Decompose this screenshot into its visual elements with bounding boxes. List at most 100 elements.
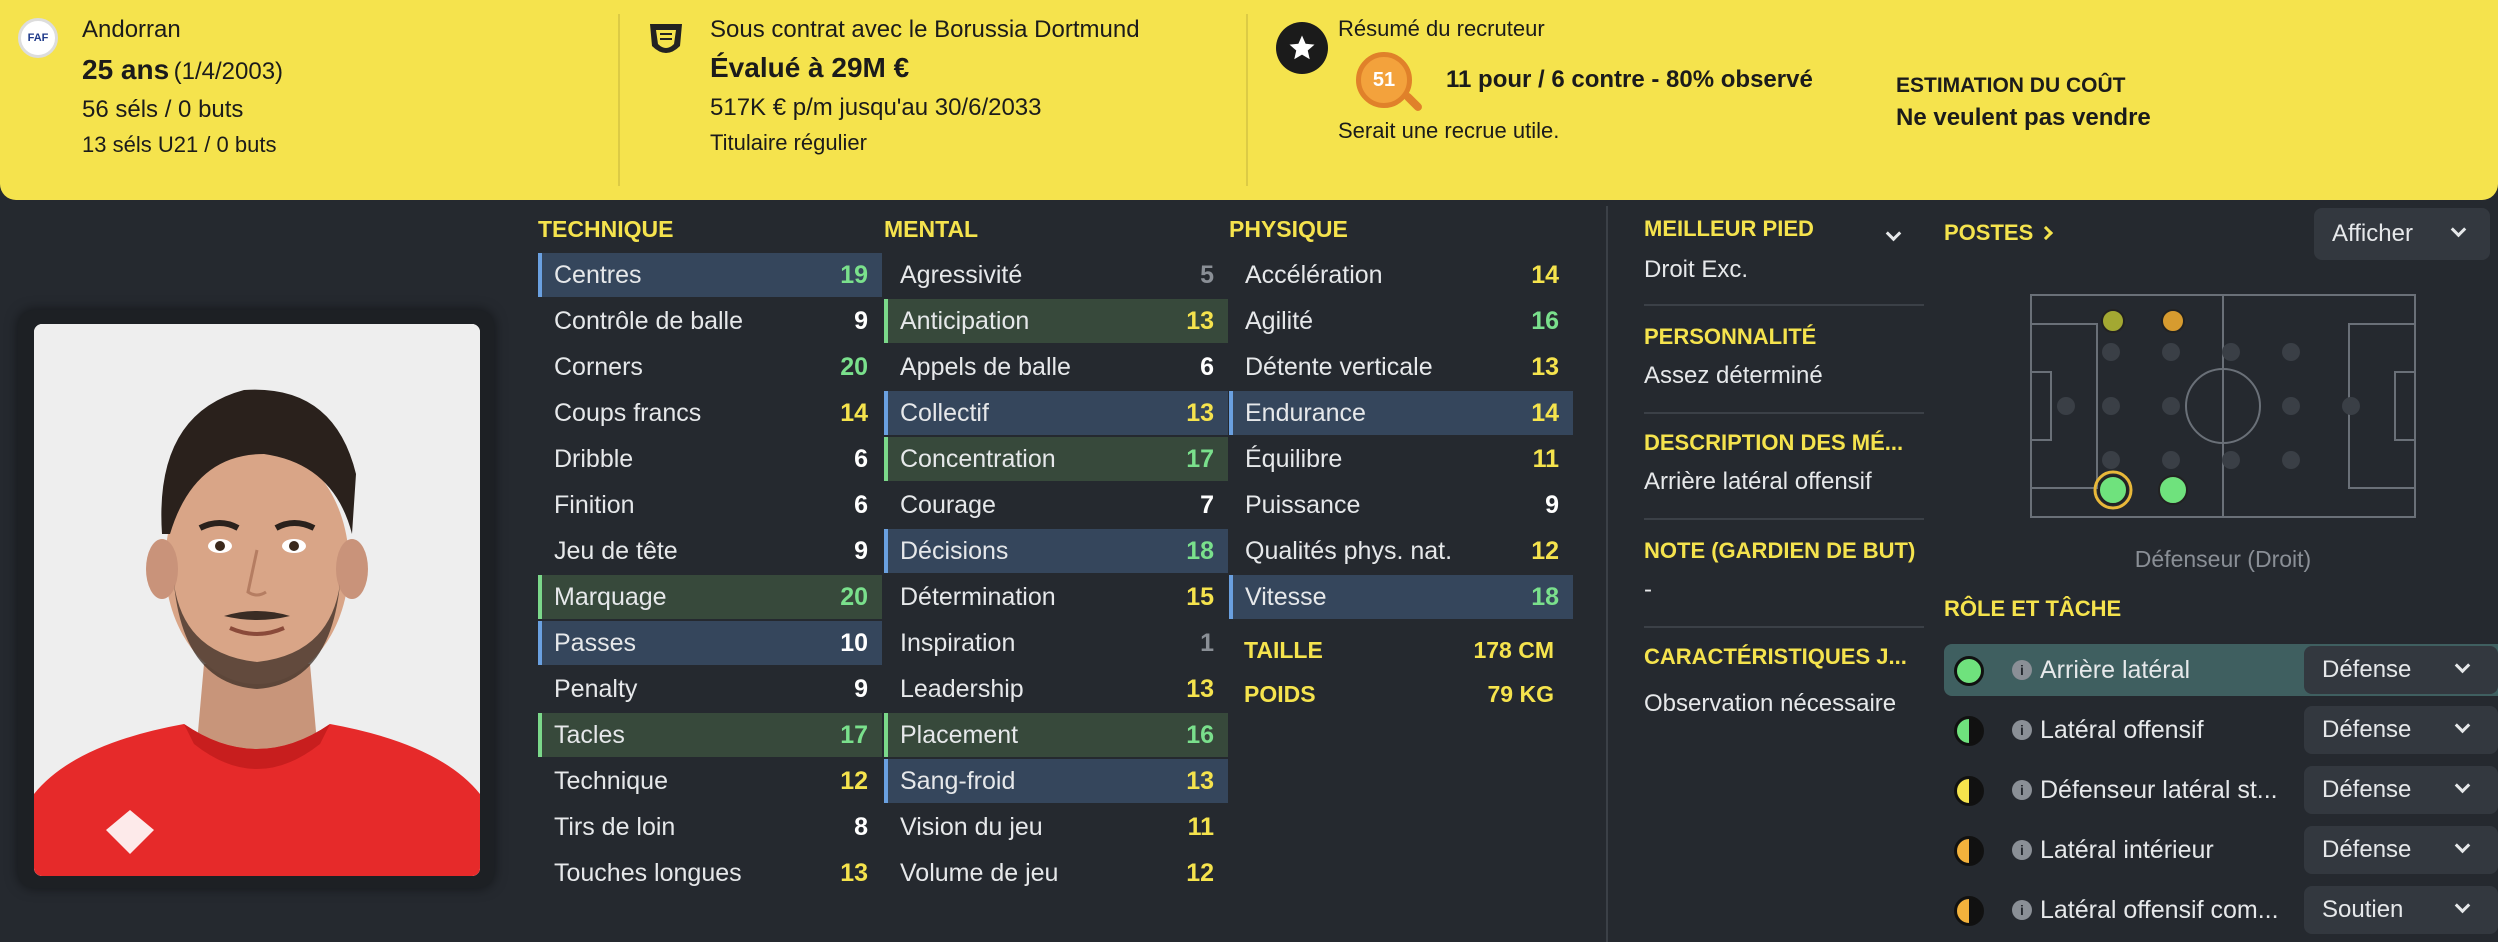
duty-dropdown[interactable]: Défense [2304,706,2498,754]
attribute-label: Collectif [900,398,989,427]
attribute-label: Jeu de tête [554,536,678,565]
attribute-label: Équilibre [1245,444,1343,473]
positions-link[interactable]: POSTES [1944,220,2054,246]
role-name: Défenseur latéral st... [2040,776,2278,804]
preferred-foot-value: Droit Exc. [1644,256,1749,283]
attribute-label: Agilité [1245,306,1314,335]
attribute-row-technique[interactable]: Passes 10 [538,621,882,665]
attribute-row-mental[interactable]: Leadership 13 [884,667,1228,711]
role-row[interactable]: i Latéral offensif com... Soutien [1944,884,2498,936]
u21-caps: 13 séls U21 / 0 buts [82,132,277,157]
attribute-label: Touches longues [554,858,742,887]
duty-dropdown[interactable]: Soutien [2304,886,2498,934]
chevron-down-icon[interactable] [1885,225,1902,244]
info-icon[interactable]: i [2012,840,2032,860]
attribute-value: 8 [854,812,868,841]
duty-dropdown[interactable]: Défense [2304,766,2498,814]
attribute-row-mental[interactable]: Agressivité 5 [884,253,1228,297]
attribute-row-mental[interactable]: Collectif 13 [884,391,1228,435]
info-icon[interactable]: i [2012,780,2032,800]
attribute-row-mental[interactable]: Détermination 15 [884,575,1228,619]
attribute-value: 7 [1200,490,1214,519]
attribute-label: Placement [900,720,1019,749]
attribute-label: Leadership [900,674,1024,703]
role-suitability-icon [1954,716,1984,746]
attribute-row-mental[interactable]: Volume de jeu 12 [884,851,1228,895]
date-of-birth: (1/4/2003) [173,58,284,85]
info-icon[interactable]: i [2012,660,2032,680]
attribute-row-mental[interactable]: Anticipation 13 [884,299,1228,343]
andorra-federation-badge-icon: FAF [18,18,58,58]
attribute-label: Coups francs [554,398,702,427]
info-icon[interactable]: i [2012,900,2032,920]
attribute-row-mental[interactable]: Sang-froid 13 [884,759,1228,803]
display-dropdown[interactable]: Afficher [2314,208,2490,260]
role-row[interactable]: i Latéral intérieur Défense [1944,824,2498,876]
age-line: 25 ans (1/4/2003) [82,54,283,86]
attribute-row-technique[interactable]: Contrôle de balle 9 [538,299,882,343]
preferred-foot-label: MEILLEUR PIED [1644,216,1814,241]
chevron-down-icon [2454,657,2471,674]
goalkeeper-rating-label: NOTE (GARDIEN DE BUT) [1644,538,1916,563]
attribute-row-physique[interactable]: Équilibre 11 [1229,437,1573,481]
attribute-row-technique[interactable]: Tacles 17 [538,713,882,757]
attribute-row-technique[interactable]: Finition 6 [538,483,882,527]
attribute-value: 9 [1545,490,1559,519]
attribute-row-technique[interactable]: Marquage 20 [538,575,882,619]
attribute-row-mental[interactable]: Vision du jeu 11 [884,805,1228,849]
duty-dropdown[interactable]: Défense [2304,646,2498,694]
attribute-label: Anticipation [900,306,1030,335]
attribute-row-physique[interactable]: Puissance 9 [1229,483,1573,527]
attribute-row-technique[interactable]: Dribble 6 [538,437,882,481]
attribute-row-technique[interactable]: Corners 20 [538,345,882,389]
attribute-label: Tirs de loin [554,812,676,841]
attribute-row-mental[interactable]: Appels de balle 6 [884,345,1228,389]
chevron-down-icon [2454,837,2471,854]
attribute-label: Qualités phys. nat. [1245,536,1453,565]
attribute-value: 12 [1186,858,1214,887]
attribute-label: Dribble [554,444,634,473]
role-row[interactable]: i Arrière latéral Défense [1944,644,2498,696]
attribute-label: Vision du jeu [900,812,1043,841]
attribute-value: 14 [840,398,868,427]
attribute-label: Penalty [554,674,638,703]
role-row[interactable]: i Latéral offensif Défense [1944,704,2498,756]
attribute-row-physique[interactable]: Agilité 16 [1229,299,1573,343]
scout-score: 51 [1372,68,1396,91]
media-description-value: Arrière latéral offensif [1644,468,1872,495]
position-dot-rating-mid [2161,309,2185,333]
attribute-label: Passes [554,628,636,657]
attribute-row-technique[interactable]: Coups francs 14 [538,391,882,435]
attribute-row-physique[interactable]: Vitesse 18 [1229,575,1573,619]
attribute-row-technique[interactable]: Jeu de tête 9 [538,529,882,573]
attribute-label: Centres [554,260,642,289]
duty-dropdown[interactable]: Défense [2304,826,2498,874]
attribute-row-mental[interactable]: Inspiration 1 [884,621,1228,665]
international-caps: 56 séls / 0 buts [82,96,244,123]
attribute-value: 6 [854,490,868,519]
attribute-row-technique[interactable]: Centres 19 [538,253,882,297]
attribute-row-technique[interactable]: Penalty 9 [538,667,882,711]
column-divider [1606,206,1608,942]
position-dot-accomplished [2158,475,2188,505]
attribute-value: 13 [1531,352,1559,381]
attribute-row-mental[interactable]: Décisions 18 [884,529,1228,573]
attribute-row-physique[interactable]: Accélération 14 [1229,253,1573,297]
info-icon[interactable]: i [2012,720,2032,740]
role-name: Latéral intérieur [2040,836,2214,864]
attribute-row-technique[interactable]: Technique 12 [538,759,882,803]
attribute-label: Courage [900,490,996,519]
attribute-row-technique[interactable]: Tirs de loin 8 [538,805,882,849]
attribute-row-mental[interactable]: Concentration 17 [884,437,1228,481]
attribute-label: Décisions [900,536,1009,565]
separator [1644,626,1924,628]
attribute-value: 11 [1187,812,1214,841]
attribute-row-mental[interactable]: Placement 16 [884,713,1228,757]
attribute-row-physique[interactable]: Qualités phys. nat. 12 [1229,529,1573,573]
attribute-row-mental[interactable]: Courage 7 [884,483,1228,527]
duty-label: Défense [2322,656,2412,683]
role-row[interactable]: i Défenseur latéral st... Défense [1944,764,2498,816]
attribute-row-physique[interactable]: Détente verticale 13 [1229,345,1573,389]
attribute-row-physique[interactable]: Endurance 14 [1229,391,1573,435]
attribute-row-technique[interactable]: Touches longues 13 [538,851,882,895]
